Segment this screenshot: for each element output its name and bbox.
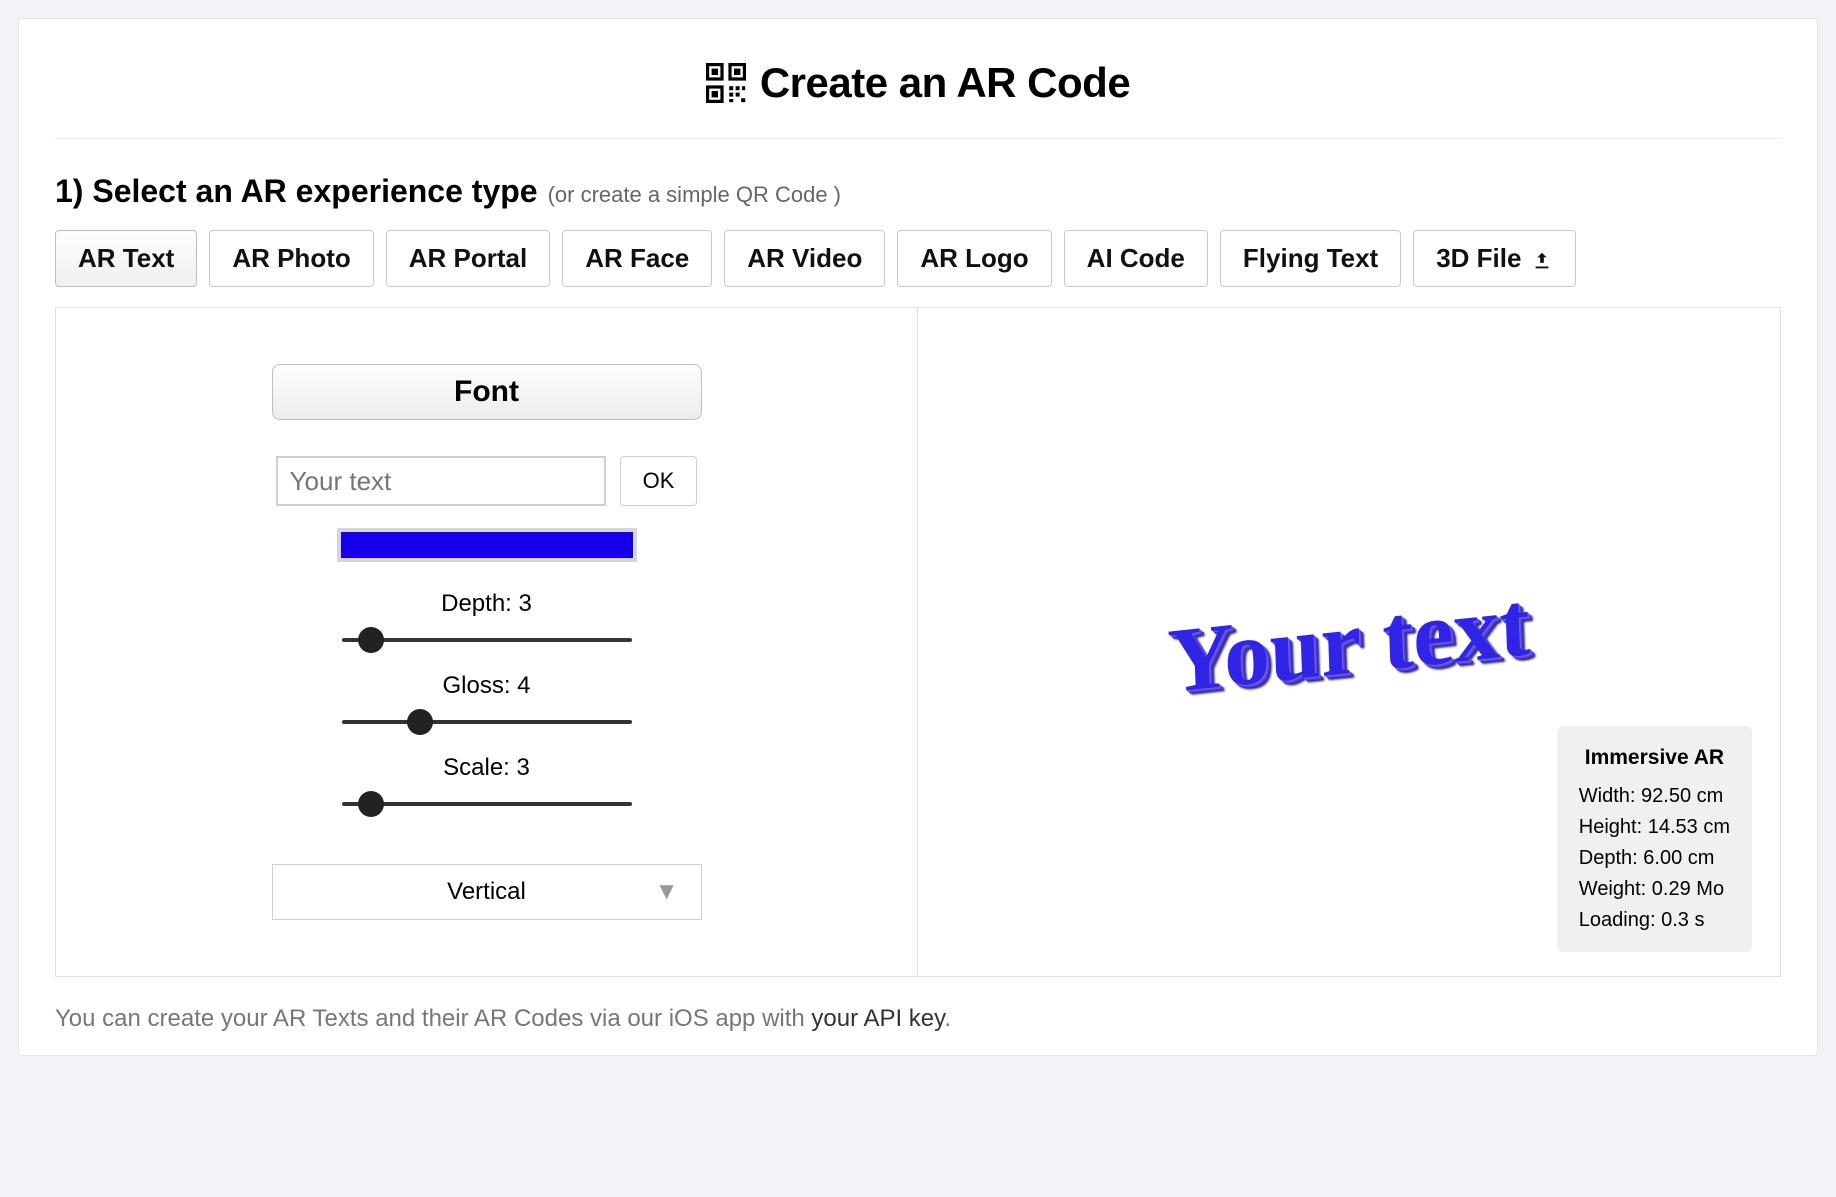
ok-button[interactable]: OK [620,456,698,506]
footer-prefix: You can create your AR Texts and their A… [55,1005,811,1032]
tab-ar-logo[interactable]: AR Logo [897,230,1051,287]
tab-flying-text[interactable]: Flying Text [1220,230,1401,287]
tab-3d-file-label: 3D File [1436,243,1521,274]
tab-ar-text[interactable]: AR Text [55,230,197,287]
tab-ai-code[interactable]: AI Code [1064,230,1208,287]
step-heading: 1) Select an AR experience type (or crea… [55,173,1781,210]
title-row: Create an AR Code [55,59,1781,139]
orientation-select[interactable]: Vertical ▼ [272,864,702,920]
tab-ar-portal-label: AR Portal [409,243,527,274]
tab-ar-face-label: AR Face [585,243,689,274]
gloss-slider[interactable] [342,710,632,734]
footer-note: You can create your AR Texts and their A… [55,1005,1781,1033]
stats-width: Width: 92.50 cm [1579,781,1730,812]
stats-height: Height: 14.53 cm [1579,812,1730,843]
scale-slider-block: Scale: 3 [342,754,632,816]
qr-code-icon [706,63,746,103]
stats-depth: Depth: 6.00 cm [1579,843,1730,874]
text-input-row: OK [276,456,698,506]
gloss-slider-block: Gloss: 4 [342,672,632,734]
tab-ar-video-label: AR Video [747,243,862,274]
chevron-down-icon: ▼ [655,878,679,906]
gloss-label: Gloss: 4 [342,672,632,700]
stats-title: Immersive AR [1579,742,1730,775]
tab-ar-text-label: AR Text [78,243,174,274]
color-picker[interactable] [337,528,637,562]
tab-ar-face[interactable]: AR Face [562,230,712,287]
text-input[interactable] [276,456,606,506]
orientation-selected-label: Vertical [447,878,526,906]
tab-ar-photo[interactable]: AR Photo [209,230,373,287]
tab-ar-logo-label: AR Logo [920,243,1028,274]
step-label: 1) Select an AR experience type [55,173,538,210]
tab-ar-photo-label: AR Photo [232,243,350,274]
depth-label: Depth: 3 [342,590,632,618]
api-key-link[interactable]: your API key [811,1005,944,1032]
stats-box: Immersive AR Width: 92.50 cm Height: 14.… [1557,726,1752,952]
main-card: Create an AR Code 1) Select an AR experi… [18,18,1818,1056]
tab-ar-video[interactable]: AR Video [724,230,885,287]
page-title: Create an AR Code [706,59,1130,107]
depth-slider[interactable] [342,628,632,652]
page-title-text: Create an AR Code [760,59,1130,107]
controls-panel: Font OK Depth: 3 Gloss: 4 [56,308,918,976]
editor-panel: Font OK Depth: 3 Gloss: 4 [55,307,1781,977]
scale-label: Scale: 3 [342,754,632,782]
tab-3d-file[interactable]: 3D File [1413,230,1576,287]
stats-loading: Loading: 0.3 s [1579,905,1730,936]
font-button[interactable]: Font [272,364,702,420]
footer-suffix: . [944,1005,951,1032]
tab-ai-code-label: AI Code [1087,243,1185,274]
stats-weight: Weight: 0.29 Mo [1579,874,1730,905]
depth-slider-block: Depth: 3 [342,590,632,652]
preview-panel: Your text Immersive AR Width: 92.50 cm H… [918,308,1780,976]
experience-tabs: AR Text AR Photo AR Portal AR Face AR Video A… [55,230,1781,287]
step-hint: (or create a simple QR Code ) [548,182,841,208]
scale-slider[interactable] [342,792,632,816]
tab-ar-portal[interactable]: AR Portal [386,230,550,287]
tab-flying-text-label: Flying Text [1243,243,1378,274]
preview-3d-text: Your text [1166,570,1531,714]
upload-icon [1531,248,1553,270]
